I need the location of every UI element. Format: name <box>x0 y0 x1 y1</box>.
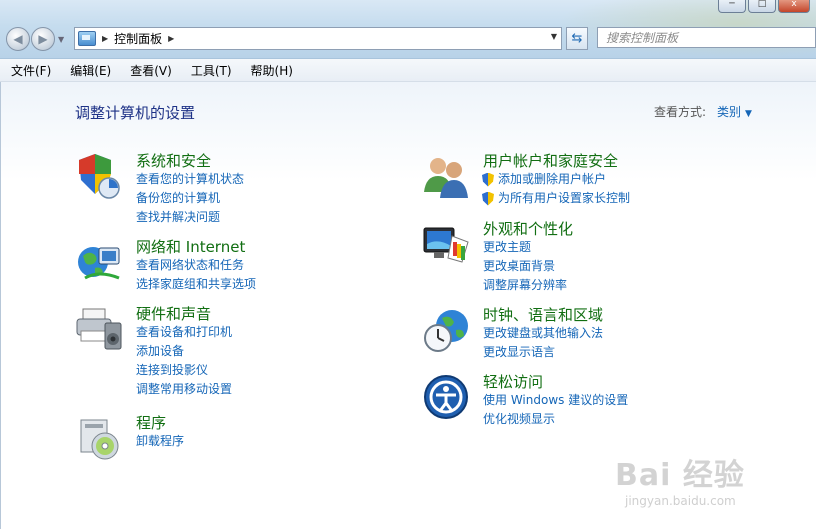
uac-shield-icon <box>482 191 494 206</box>
monitor-palette-icon[interactable] <box>422 220 470 268</box>
printer-speaker-icon[interactable] <box>75 305 123 353</box>
clock-globe-icon[interactable] <box>422 306 470 354</box>
maximize-button[interactable]: □ <box>748 0 776 13</box>
view-by-label: 查看方式: <box>654 105 707 119</box>
category-title[interactable]: 时钟、语言和区域 <box>483 306 603 324</box>
watermark-url: jingyan.baidu.com <box>625 494 736 508</box>
view-by-dropdown[interactable]: 类别 ▼ <box>717 103 752 120</box>
users-icon[interactable] <box>422 152 470 200</box>
search-placeholder: 搜索控制面板 <box>606 31 679 45</box>
category-title[interactable]: 轻松访问 <box>483 373 628 391</box>
recent-pages-dropdown-icon[interactable]: ▼ <box>58 35 64 44</box>
address-bar[interactable]: ▶ 控制面板 ▶ ▼ <box>74 27 562 50</box>
link-mobility-settings[interactable]: 调整常用移动设置 <box>136 380 232 399</box>
link-uninstall-program[interactable]: 卸载程序 <box>136 432 184 451</box>
back-arrow-icon: ◀ <box>13 32 23 46</box>
link-check-computer-status[interactable]: 查看您的计算机状态 <box>136 170 244 189</box>
category-title[interactable]: 硬件和声音 <box>136 305 232 323</box>
uac-shield-icon <box>482 172 494 187</box>
refresh-icon: ⇆ <box>571 31 583 46</box>
control-panel-icon <box>78 31 96 46</box>
link-screen-resolution[interactable]: 调整屏幕分辨率 <box>483 276 573 295</box>
menu-help[interactable]: 帮助(H) <box>240 62 301 79</box>
forward-arrow-icon: ▶ <box>38 32 48 46</box>
close-button[interactable]: x <box>778 0 810 13</box>
category-title[interactable]: 用户帐户和家庭安全 <box>483 152 630 170</box>
link-desktop-background[interactable]: 更改桌面背景 <box>483 257 573 276</box>
link-display-language[interactable]: 更改显示语言 <box>483 343 603 362</box>
link-text: 添加或删除用户帐户 <box>498 172 607 186</box>
watermark-logo-text: Bai 经验 <box>615 458 745 493</box>
programs-disc-icon[interactable] <box>75 414 123 462</box>
category-title[interactable]: 系统和安全 <box>136 152 244 170</box>
link-devices-printers[interactable]: 查看设备和打印机 <box>136 323 232 342</box>
link-text: 为所有用户设置家长控制 <box>498 191 631 205</box>
breadcrumb-arrow-icon[interactable]: ▶ <box>168 34 174 43</box>
minimize-button[interactable]: ─ <box>718 0 746 13</box>
back-button[interactable]: ◀ <box>6 27 30 51</box>
link-change-keyboard[interactable]: 更改键盘或其他输入法 <box>483 324 603 343</box>
category-title[interactable]: 程序 <box>136 414 184 432</box>
baidu-jingyan-watermark: Bai 经验 jingyan.baidu.com <box>615 450 785 520</box>
forward-button[interactable]: ▶ <box>31 27 55 51</box>
navigation-buttons: ◀ ▶ ▼ <box>6 27 64 51</box>
link-troubleshoot[interactable]: 查找并解决问题 <box>136 208 244 227</box>
window-controls: ─ □ x <box>718 0 810 13</box>
shield-pie-icon[interactable] <box>75 152 123 200</box>
breadcrumb-control-panel[interactable]: 控制面板 <box>114 30 162 47</box>
link-network-status[interactable]: 查看网络状态和任务 <box>136 256 256 275</box>
link-add-device[interactable]: 添加设备 <box>136 342 232 361</box>
menu-edit[interactable]: 编辑(E) <box>59 62 119 79</box>
refresh-button[interactable]: ⇆ <box>566 27 588 50</box>
page-title: 调整计算机的设置 <box>75 104 196 122</box>
link-homegroup-sharing[interactable]: 选择家庭组和共享选项 <box>136 275 256 294</box>
link-windows-suggested-settings[interactable]: 使用 Windows 建议的设置 <box>483 391 628 410</box>
view-by-value: 类别 <box>717 105 742 119</box>
menu-file[interactable]: 文件(F) <box>0 62 59 79</box>
menu-view[interactable]: 查看(V) <box>119 62 180 79</box>
menu-tools[interactable]: 工具(T) <box>180 62 240 79</box>
globe-network-icon[interactable] <box>75 238 123 286</box>
category-title[interactable]: 网络和 Internet <box>136 238 256 256</box>
category-title[interactable]: 外观和个性化 <box>483 220 573 238</box>
link-connect-projector[interactable]: 连接到投影仪 <box>136 361 232 380</box>
ease-of-access-icon[interactable] <box>422 373 470 421</box>
menu-bar: 文件(F) 编辑(E) 查看(V) 工具(T) 帮助(H) <box>0 59 816 82</box>
breadcrumb-arrow-icon[interactable]: ▶ <box>102 34 108 43</box>
link-add-remove-accounts[interactable]: 添加或删除用户帐户 <box>482 170 630 189</box>
title-bar: ─ □ x ◀ ▶ ▼ ▶ 控制面板 ▶ ▼ ⇆ 搜索控制面板 <box>0 0 816 59</box>
link-optimize-display[interactable]: 优化视频显示 <box>483 410 628 429</box>
link-back-up-computer[interactable]: 备份您的计算机 <box>136 189 244 208</box>
link-change-theme[interactable]: 更改主题 <box>483 238 573 257</box>
address-dropdown-icon[interactable]: ▼ <box>551 32 557 41</box>
link-parental-controls[interactable]: 为所有用户设置家长控制 <box>482 189 631 208</box>
chevron-down-icon: ▼ <box>745 109 752 119</box>
search-input[interactable]: 搜索控制面板 <box>597 27 816 48</box>
